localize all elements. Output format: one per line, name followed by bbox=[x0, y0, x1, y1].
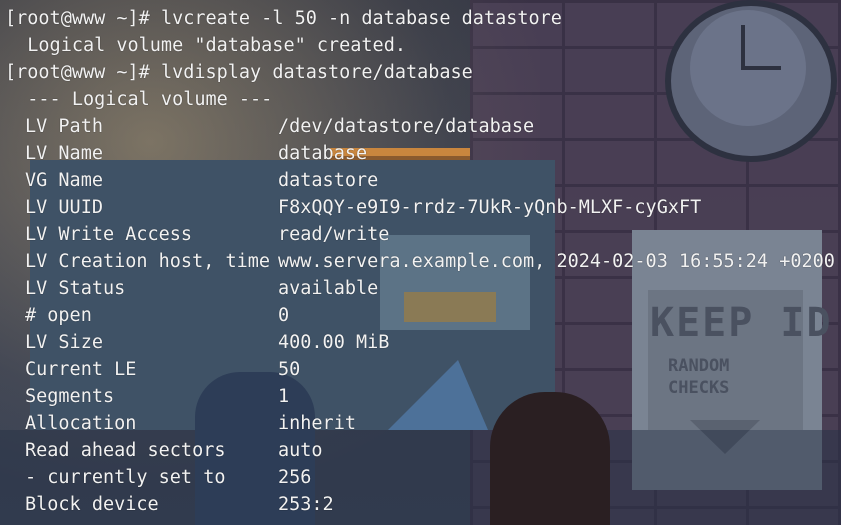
lv-field-value: 253:2 bbox=[278, 494, 334, 515]
lv-field-value: 256 bbox=[278, 467, 312, 488]
command-text: lvdisplay datastore/database bbox=[160, 62, 473, 83]
lv-field-row: LV Path/dev/datastore/database bbox=[25, 113, 534, 140]
lv-field-row: Read ahead sectors auto bbox=[25, 437, 323, 464]
lv-field-row: # open 0 bbox=[25, 302, 289, 329]
lv-field-key: LV Name bbox=[25, 143, 103, 164]
lv-field-key: LV UUID bbox=[25, 197, 103, 218]
lv-field-key: LV Creation host, time bbox=[25, 251, 271, 272]
lv-field-value: 0 bbox=[278, 305, 290, 326]
shell-prompt: [root@www ~]# bbox=[5, 8, 161, 29]
lv-field-value: auto bbox=[278, 440, 323, 461]
lv-field-value: www.servera.example.com, 2024-02-03 16:5… bbox=[278, 251, 835, 272]
lv-field-row: LV Size 400.00 MiB bbox=[25, 329, 389, 356]
lv-field-row: Segments 1 bbox=[25, 383, 289, 410]
lv-field-row: LV Status available bbox=[25, 275, 378, 302]
lv-field-value: 1 bbox=[278, 386, 290, 407]
lv-field-value: F8xQQY-e9I9-rrdz-7UkR-yQnb-MLXF-cyGxFT bbox=[278, 197, 702, 218]
lv-field-row: LV Creation host, time www.servera.exampl… bbox=[25, 248, 835, 275]
lv-field-key: VG Name bbox=[25, 170, 103, 191]
lv-field-key: Read ahead sectors bbox=[25, 440, 226, 461]
terminal-command-line: [root@www ~]# lvcreate -l 50 -n database… bbox=[5, 5, 562, 32]
terminal-output-line: Logical volume "database" created. bbox=[5, 35, 406, 56]
lv-field-row: VG Name datastore bbox=[25, 167, 378, 194]
terminal-output-heading: --- Logical volume --- bbox=[5, 89, 273, 110]
command-text: lvcreate -l 50 -n database datastore bbox=[160, 8, 562, 29]
lv-field-row: LV Write Access read/write bbox=[25, 221, 389, 248]
lv-field-key: Allocation bbox=[25, 413, 137, 434]
lv-field-value: read/write bbox=[278, 224, 390, 245]
lv-field-row: LV Name database bbox=[25, 140, 367, 167]
lv-field-value: /dev/datastore/database bbox=[278, 116, 535, 137]
lv-field-value: 400.00 MiB bbox=[278, 332, 390, 353]
lv-field-key: LV Path bbox=[25, 116, 103, 137]
lv-field-key: LV Write Access bbox=[25, 224, 193, 245]
lv-field-value: database bbox=[278, 143, 368, 164]
lv-field-value: inherit bbox=[278, 413, 356, 434]
lv-field-value: 50 bbox=[278, 359, 301, 380]
lv-field-key: Block device bbox=[25, 494, 159, 515]
shell-prompt: [root@www ~]# bbox=[5, 62, 161, 83]
lv-field-row: Block device 253:2 bbox=[25, 491, 334, 518]
lv-field-key: Current LE bbox=[25, 359, 137, 380]
lv-field-row: - currently set to 256 bbox=[25, 464, 311, 491]
lv-field-value: datastore bbox=[278, 170, 379, 191]
lv-field-row: Allocation inherit bbox=[25, 410, 356, 437]
lv-field-key: # open bbox=[25, 305, 92, 326]
lv-field-key: - currently set to bbox=[25, 467, 226, 488]
lv-field-key: LV Size bbox=[25, 332, 103, 353]
lv-field-key: Segments bbox=[25, 386, 115, 407]
terminal-window[interactable]: [root@www ~]# lvcreate -l 50 -n database… bbox=[0, 0, 841, 525]
lv-field-value: available bbox=[278, 278, 379, 299]
lv-field-row: Current LE 50 bbox=[25, 356, 300, 383]
lv-field-row: LV UUID F8xQQY-e9I9-rrdz-7UkR-yQnb-MLXF-c… bbox=[25, 194, 701, 221]
lv-field-key: LV Status bbox=[25, 278, 126, 299]
terminal-command-line: [root@www ~]# lvdisplay datastore/databa… bbox=[5, 59, 473, 86]
